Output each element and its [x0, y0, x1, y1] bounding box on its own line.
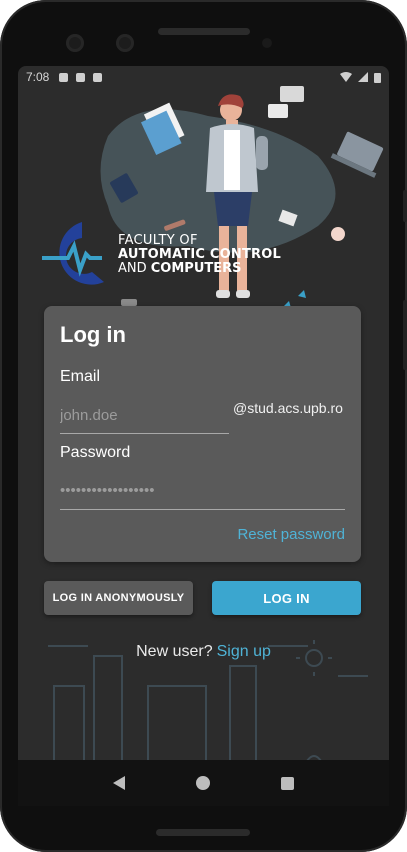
reset-password-link[interactable]: Reset password [237, 526, 345, 543]
login-card: Log in Email @stud.acs.upb.ro Password R… [44, 306, 361, 562]
bottom-speaker-grill [156, 829, 250, 836]
email-domain-suffix: @stud.acs.upb.ro [233, 400, 343, 416]
password-label: Password [60, 444, 131, 461]
back-icon[interactable] [113, 776, 126, 790]
volume-button [403, 300, 407, 370]
faculty-name-line3-bold: COMPUTERS [150, 261, 242, 276]
password-input[interactable] [60, 472, 345, 510]
faculty-logo-block: FACULTY OF AUTOMATIC CONTROL AND COMPUTE… [42, 216, 292, 296]
speaker-grill [158, 28, 250, 35]
faculty-name-line2: AUTOMATIC CONTROL [118, 247, 281, 262]
faculty-name-line1: FACULTY OF [118, 233, 198, 248]
new-user-text: New user? [136, 643, 213, 660]
front-camera-icon [66, 34, 84, 52]
faculty-name: FACULTY OF AUTOMATIC CONTROL AND COMPUTE… [118, 234, 281, 276]
login-title: Log in [60, 322, 126, 347]
app-screen: 7:08 FACULTY OF AUTOMATIC CONTROL AND CO… [18, 66, 389, 805]
faculty-logo-icon [42, 222, 104, 285]
faculty-name-line3: AND COMPUTERS [118, 262, 281, 276]
phone-frame: 7:08 FACULTY OF AUTOMATIC CONTROL AND CO… [0, 0, 407, 852]
recent-apps-icon[interactable] [280, 776, 294, 790]
email-input[interactable] [60, 398, 229, 434]
home-icon[interactable] [195, 776, 210, 790]
faculty-name-line3-prefix: AND [118, 261, 151, 276]
proximity-sensor [262, 38, 272, 48]
sign-up-link[interactable]: Sign up [217, 643, 271, 660]
log-in-anonymously-button[interactable]: LOG IN ANONYMOUSLY [44, 581, 193, 615]
front-camera-2-icon [116, 34, 134, 52]
android-nav-bar [18, 760, 389, 806]
log-in-button[interactable]: LOG IN [212, 581, 361, 615]
power-button [403, 190, 407, 222]
email-label: Email [60, 368, 101, 385]
signup-prompt: New user? Sign up [18, 643, 389, 661]
